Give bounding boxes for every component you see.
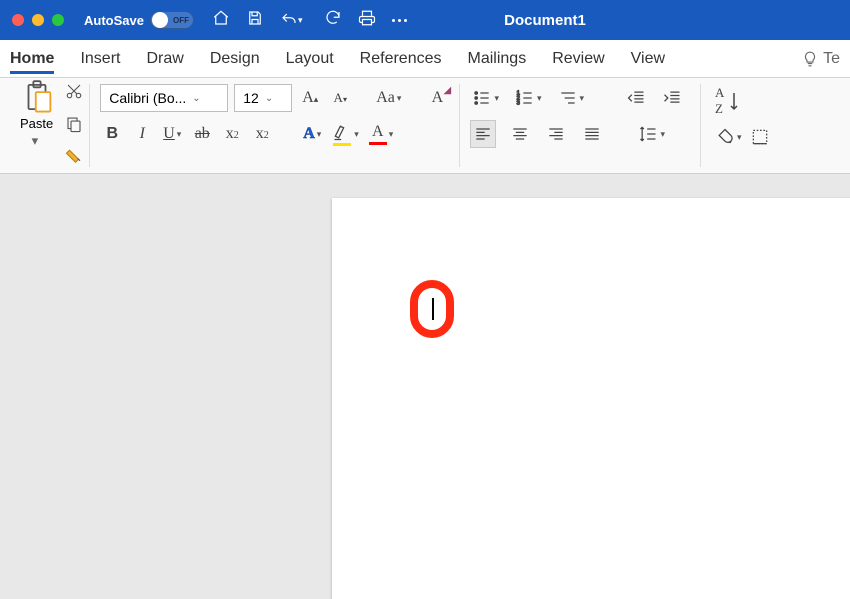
chevron-down-icon: ⌄	[265, 93, 273, 104]
align-right-button[interactable]	[544, 120, 568, 148]
clipboard-group: Paste ▾	[10, 84, 90, 167]
maximize-window-button[interactable]	[52, 14, 64, 26]
align-left-button[interactable]	[470, 120, 496, 148]
tell-me-search[interactable]: Te	[801, 50, 840, 68]
italic-button[interactable]: I	[130, 120, 154, 148]
grow-font-button[interactable]: A▴	[298, 84, 322, 112]
window-controls	[12, 14, 64, 26]
sort-button[interactable]: AZ	[713, 87, 746, 115]
font-family-value: Calibri (Bo...	[109, 90, 186, 106]
ribbon-tabs: Home Insert Draw Design Layout Reference…	[0, 40, 850, 78]
tab-draw[interactable]: Draw	[146, 44, 183, 74]
redo-icon[interactable]	[324, 9, 342, 32]
save-icon[interactable]	[246, 9, 264, 32]
font-group: Calibri (Bo... ⌄ 12 ⌄ A▴ A▾ Aa▾ A◢ B I U…	[90, 84, 460, 167]
more-icon[interactable]	[392, 19, 407, 22]
text-effects-button[interactable]: A▾	[300, 120, 324, 148]
justify-button[interactable]	[580, 120, 604, 148]
paste-label: Paste	[20, 116, 53, 131]
autosave-label: AutoSave	[84, 13, 144, 28]
lightbulb-icon	[801, 50, 819, 68]
font-size-dropdown[interactable]: 12 ⌄	[234, 84, 292, 112]
home-icon[interactable]	[212, 9, 230, 32]
copy-button[interactable]	[65, 115, 83, 138]
highlight-color-button[interactable]: ▾	[330, 120, 361, 148]
cut-button[interactable]	[65, 82, 83, 105]
tab-layout[interactable]: Layout	[286, 44, 334, 74]
svg-text:3: 3	[517, 101, 520, 107]
strikethrough-button[interactable]: ab	[190, 120, 214, 148]
autosave-state: OFF	[173, 16, 189, 25]
align-center-button[interactable]	[508, 120, 532, 148]
ribbon-home: Paste ▾ Calibri (Bo... ⌄	[0, 78, 850, 174]
tab-insert[interactable]: Insert	[80, 44, 120, 74]
tab-references[interactable]: References	[360, 44, 442, 74]
minimize-window-button[interactable]	[32, 14, 44, 26]
clipboard-icon	[22, 80, 52, 114]
increase-indent-button[interactable]	[660, 84, 684, 112]
borders-button[interactable]	[748, 123, 772, 151]
title-bar: AutoSave OFF ▾ Document1	[0, 0, 850, 40]
paste-caret-icon: ▾	[32, 133, 42, 149]
document-workspace[interactable]	[0, 174, 850, 599]
paragraph-group: ▾ 123▾ ▾	[460, 84, 701, 167]
font-family-dropdown[interactable]: Calibri (Bo... ⌄	[100, 84, 228, 112]
line-spacing-button[interactable]: ▾	[636, 120, 667, 148]
paste-button[interactable]: Paste ▾	[20, 80, 53, 149]
shrink-font-button[interactable]: A▾	[328, 84, 352, 112]
change-case-button[interactable]: Aa▾	[374, 84, 403, 112]
shading-button[interactable]: ▾	[713, 123, 744, 151]
print-icon[interactable]	[358, 9, 376, 32]
toggle-knob	[152, 12, 168, 28]
bold-button[interactable]: B	[100, 120, 124, 148]
styles-group: AZ ▾	[701, 84, 776, 167]
chevron-down-icon: ⌄	[192, 93, 200, 104]
autosave-control[interactable]: AutoSave OFF	[84, 11, 194, 29]
tell-me-label: Te	[823, 50, 840, 68]
font-color-button[interactable]: A ▾	[367, 120, 396, 148]
underline-button[interactable]: U▾	[160, 120, 184, 148]
tab-home[interactable]: Home	[10, 44, 54, 74]
superscript-button[interactable]: x2	[250, 120, 274, 148]
tab-review[interactable]: Review	[552, 44, 604, 74]
decrease-indent-button[interactable]	[624, 84, 648, 112]
annotation-highlight-ring	[410, 280, 454, 338]
bullets-button[interactable]: ▾	[470, 84, 501, 112]
close-window-button[interactable]	[12, 14, 24, 26]
quick-access-toolbar: ▾	[212, 9, 407, 32]
tab-view[interactable]: View	[631, 44, 665, 74]
multilevel-list-button[interactable]: ▾	[556, 84, 587, 112]
clear-formatting-button[interactable]: A◢	[425, 84, 449, 112]
subscript-button[interactable]: x2	[220, 120, 244, 148]
autosave-toggle[interactable]: OFF	[150, 11, 194, 29]
document-page[interactable]	[332, 198, 850, 599]
tab-mailings[interactable]: Mailings	[468, 44, 527, 74]
font-size-value: 12	[243, 90, 259, 106]
numbering-button[interactable]: 123▾	[513, 84, 544, 112]
format-painter-button[interactable]	[65, 148, 83, 171]
undo-icon[interactable]: ▾	[280, 11, 308, 29]
tab-design[interactable]: Design	[210, 44, 260, 74]
